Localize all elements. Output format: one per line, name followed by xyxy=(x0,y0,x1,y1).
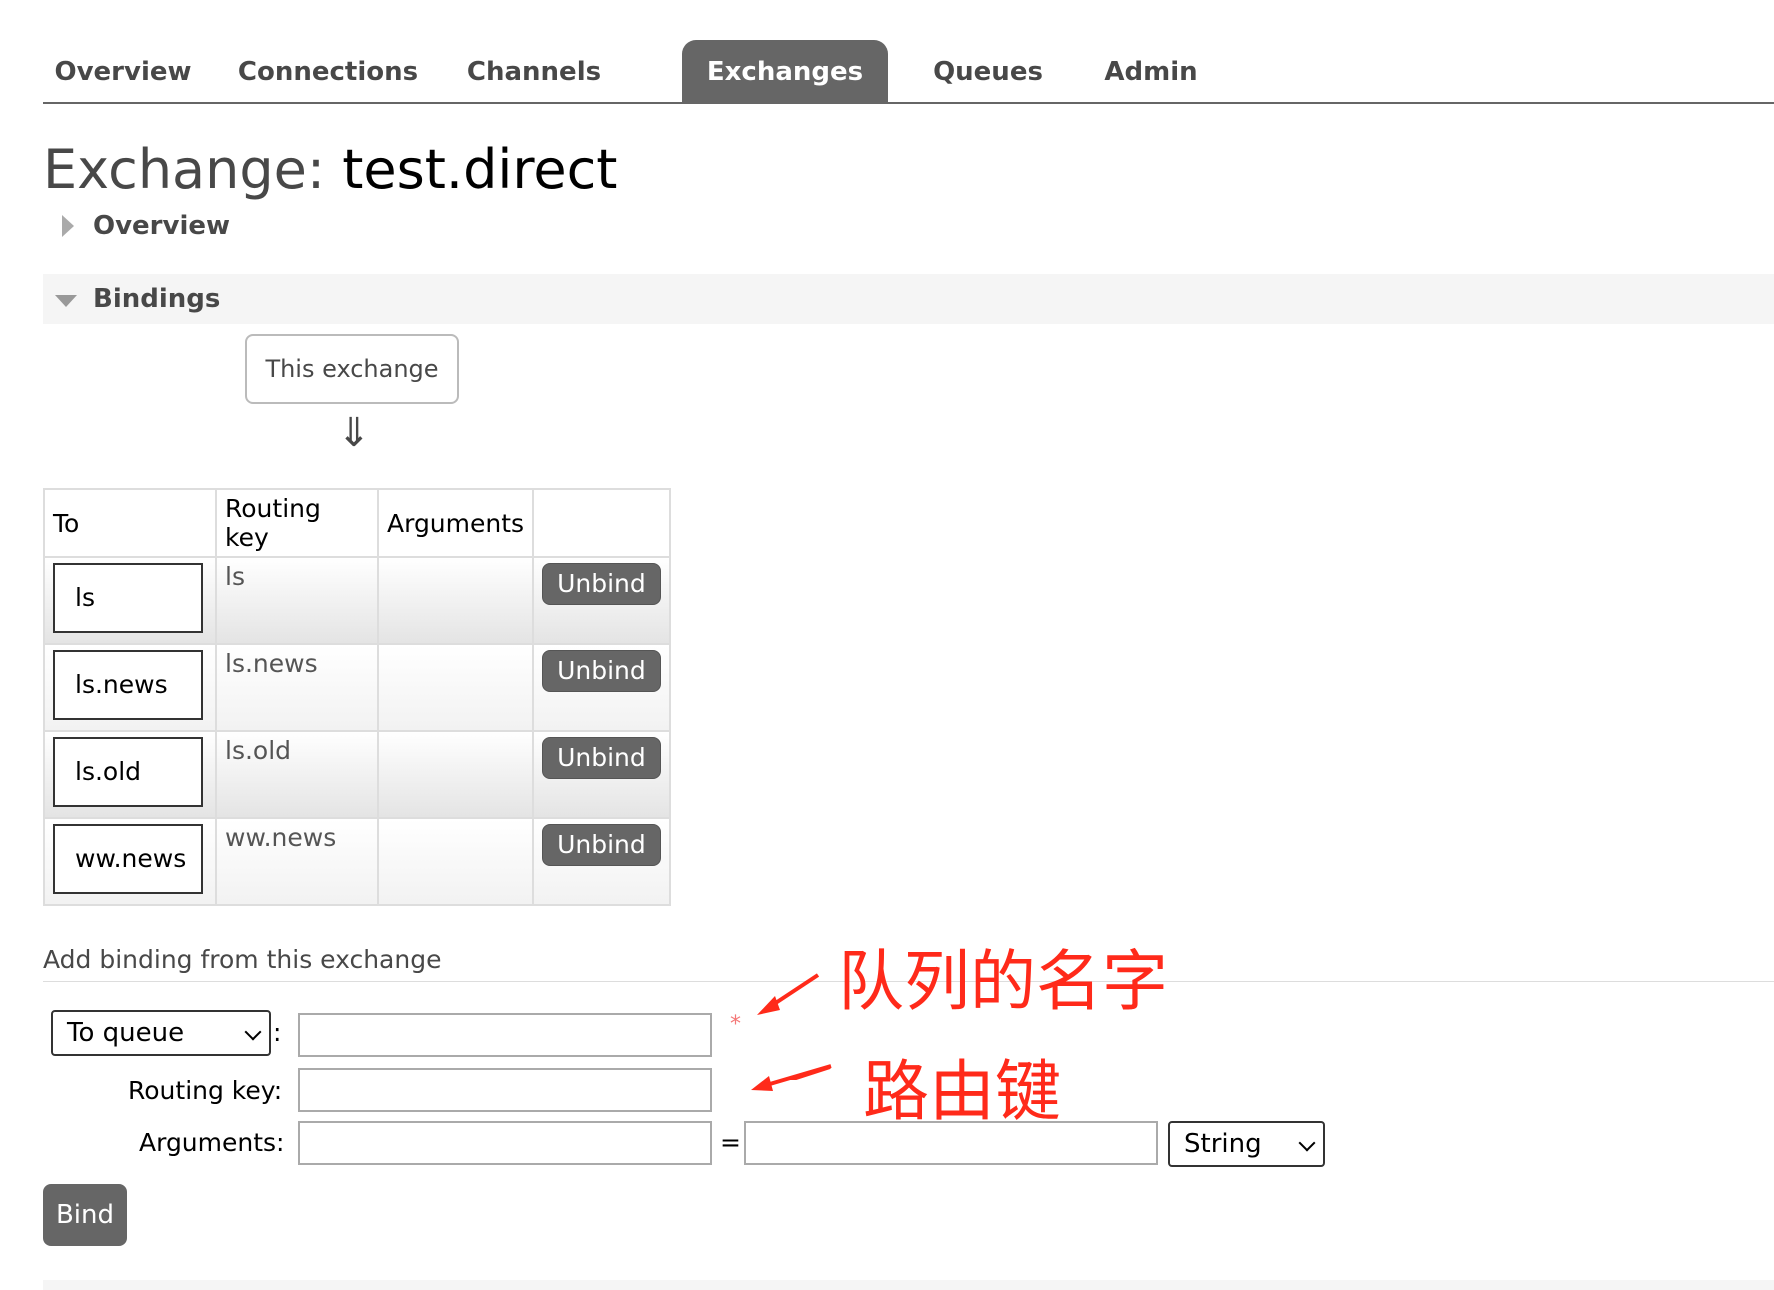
table-row: ls ls Unbind xyxy=(43,556,671,645)
routing-key-label: Routing key: xyxy=(128,1076,283,1105)
down-double-arrow-icon: ⇓ xyxy=(337,410,371,456)
col-routing-key: Routing key xyxy=(215,488,379,558)
queue-link[interactable]: ls xyxy=(53,563,203,633)
section-bindings-toggle[interactable]: Bindings xyxy=(93,284,220,314)
page-title-prefix: Exchange: xyxy=(43,138,326,201)
col-to: To xyxy=(43,488,217,558)
tab-channels[interactable]: Channels xyxy=(454,40,614,102)
chevron-down-icon xyxy=(244,1023,262,1041)
tab-admin[interactable]: Admin xyxy=(1086,40,1216,102)
queue-link[interactable]: ls.old xyxy=(53,737,203,807)
section-overview-toggle[interactable]: Overview xyxy=(93,211,230,241)
table-header-row: To Routing key Arguments xyxy=(43,488,671,558)
annotation-arrow-routing xyxy=(751,1064,832,1091)
argument-type-select[interactable]: String xyxy=(1168,1121,1325,1167)
table-row: ls.old ls.old Unbind xyxy=(43,730,671,819)
collapsed-triangle-icon[interactable] xyxy=(62,215,74,237)
top-nav: Overview Connections Channels Exchanges … xyxy=(43,40,1774,104)
destination-type-select[interactable]: To queue xyxy=(51,1010,271,1056)
bind-button[interactable]: Bind xyxy=(43,1184,127,1246)
exchange-name: test.direct xyxy=(342,138,618,201)
routing-key-cell: ls xyxy=(225,562,245,591)
destination-type-value: To queue xyxy=(67,1018,185,1048)
argument-type-value: String xyxy=(1184,1129,1262,1159)
unbind-button[interactable]: Unbind xyxy=(542,563,661,605)
tab-overview[interactable]: Overview xyxy=(43,40,203,102)
unbind-button[interactable]: Unbind xyxy=(542,737,661,779)
bindings-header-bar xyxy=(43,274,1774,324)
tab-queues[interactable]: Queues xyxy=(918,40,1058,102)
equals-sign: = xyxy=(720,1128,741,1157)
arguments-cell xyxy=(379,732,532,740)
arrow-to-queue-icon xyxy=(757,973,820,1015)
arguments-cell xyxy=(379,558,532,566)
unbind-button[interactable]: Unbind xyxy=(542,824,661,866)
bottom-section-bar xyxy=(43,1280,1774,1290)
expanded-triangle-icon[interactable] xyxy=(55,295,77,307)
routing-key-cell: ls.old xyxy=(225,736,292,765)
unbind-button[interactable]: Unbind xyxy=(542,650,661,692)
annotation-routing-key: 路由键 xyxy=(863,1053,1061,1130)
queue-link[interactable]: ww.news xyxy=(53,824,203,894)
arguments-cell xyxy=(379,645,532,653)
tab-exchanges[interactable]: Exchanges xyxy=(682,40,888,102)
page-title: Exchange: test.direct xyxy=(43,138,617,201)
arguments-label: Arguments: xyxy=(139,1128,285,1157)
tab-connections[interactable]: Connections xyxy=(233,40,423,102)
destination-colon: : xyxy=(273,1018,282,1047)
col-arguments: Arguments xyxy=(376,488,535,558)
argument-key-input[interactable] xyxy=(298,1121,712,1165)
table-row: ls.news ls.news Unbind xyxy=(43,643,671,732)
add-binding-title: Add binding from this exchange xyxy=(43,945,442,974)
queue-link[interactable]: ls.news xyxy=(53,650,203,720)
arguments-cell xyxy=(379,819,532,827)
annotation-queue-name: 队列的名字 xyxy=(838,943,1168,1020)
chevron-down-icon xyxy=(1298,1134,1316,1152)
bindings-table: To Routing key Arguments ls ls Unbind ls… xyxy=(43,488,671,906)
this-exchange-box: This exchange xyxy=(245,334,459,404)
routing-key-cell: ls.news xyxy=(225,649,318,678)
col-actions xyxy=(532,488,671,558)
routing-key-cell: ww.news xyxy=(225,823,337,852)
routing-key-input[interactable] xyxy=(298,1068,712,1112)
destination-input[interactable] xyxy=(298,1013,712,1057)
table-row: ww.news ww.news Unbind xyxy=(43,817,671,906)
